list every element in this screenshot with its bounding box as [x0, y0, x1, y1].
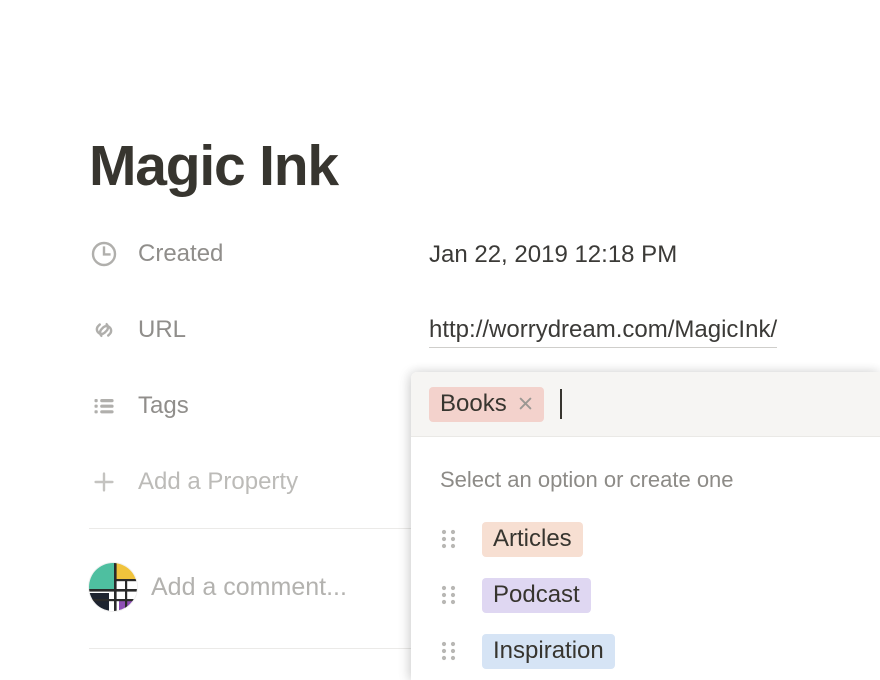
created-date-value: Jan 22, 2019 12:18 PM — [429, 241, 678, 268]
link-icon — [89, 315, 119, 345]
property-label: Tags — [138, 392, 189, 419]
close-icon[interactable] — [516, 394, 535, 413]
property-label: URL — [138, 316, 187, 343]
drag-handle-icon[interactable] — [440, 582, 460, 608]
drag-handle-icon[interactable] — [440, 638, 460, 664]
property-label: Created — [138, 240, 224, 267]
selected-tag-chip[interactable]: Books — [429, 386, 544, 422]
tag-option-label: Articles — [493, 524, 572, 552]
selected-tag-label: Books — [440, 389, 507, 417]
plus-icon — [89, 467, 119, 497]
tag-option-label: Podcast — [493, 580, 580, 608]
tag-option-list: Articles Podcast Inspiration — [411, 493, 880, 679]
avatar — [89, 563, 137, 611]
text-caret — [559, 389, 562, 419]
add-property-label: Add a Property — [138, 468, 299, 495]
tag-option-chip[interactable]: Inspiration — [482, 633, 615, 669]
tag-input-area[interactable]: Books — [411, 372, 880, 437]
property-label-cell[interactable]: Created — [89, 232, 429, 276]
popup-hint-text: Select an option or create one — [440, 467, 734, 492]
tag-option-podcast[interactable]: Podcast — [411, 567, 880, 623]
property-value-cell[interactable]: Jan 22, 2019 12:18 PM — [429, 232, 677, 277]
page-title: Magic Ink — [89, 134, 339, 199]
tag-option-articles[interactable]: Articles — [411, 511, 880, 567]
add-comment-placeholder[interactable]: Add a comment... — [151, 572, 347, 602]
tag-option-chip[interactable]: Podcast — [482, 577, 591, 613]
property-value-cell[interactable]: http://worrydream.com/MagicInk/ — [429, 308, 778, 353]
drag-handle-icon[interactable] — [440, 526, 460, 552]
property-label-cell[interactable]: URL — [89, 308, 429, 352]
note-page: Magic Ink Created Jan 22, 2019 12:18 PM — [0, 0, 880, 680]
add-comment-row[interactable]: Add a comment... — [89, 563, 347, 611]
url-link[interactable]: http://worrydream.com/MagicInk/ — [429, 315, 778, 348]
tag-option-chip[interactable]: Articles — [482, 521, 583, 557]
property-row-created[interactable]: Created Jan 22, 2019 12:18 PM — [89, 232, 869, 308]
add-property-cell[interactable]: Add a Property — [89, 460, 429, 504]
tag-select-popup: Books Select an option or create one Art… — [411, 372, 880, 680]
property-label-cell[interactable]: Tags — [89, 384, 429, 428]
clock-icon — [89, 239, 119, 269]
tag-option-label: Inspiration — [493, 636, 604, 664]
tag-option-inspiration[interactable]: Inspiration — [411, 623, 880, 679]
list-icon — [89, 391, 119, 421]
